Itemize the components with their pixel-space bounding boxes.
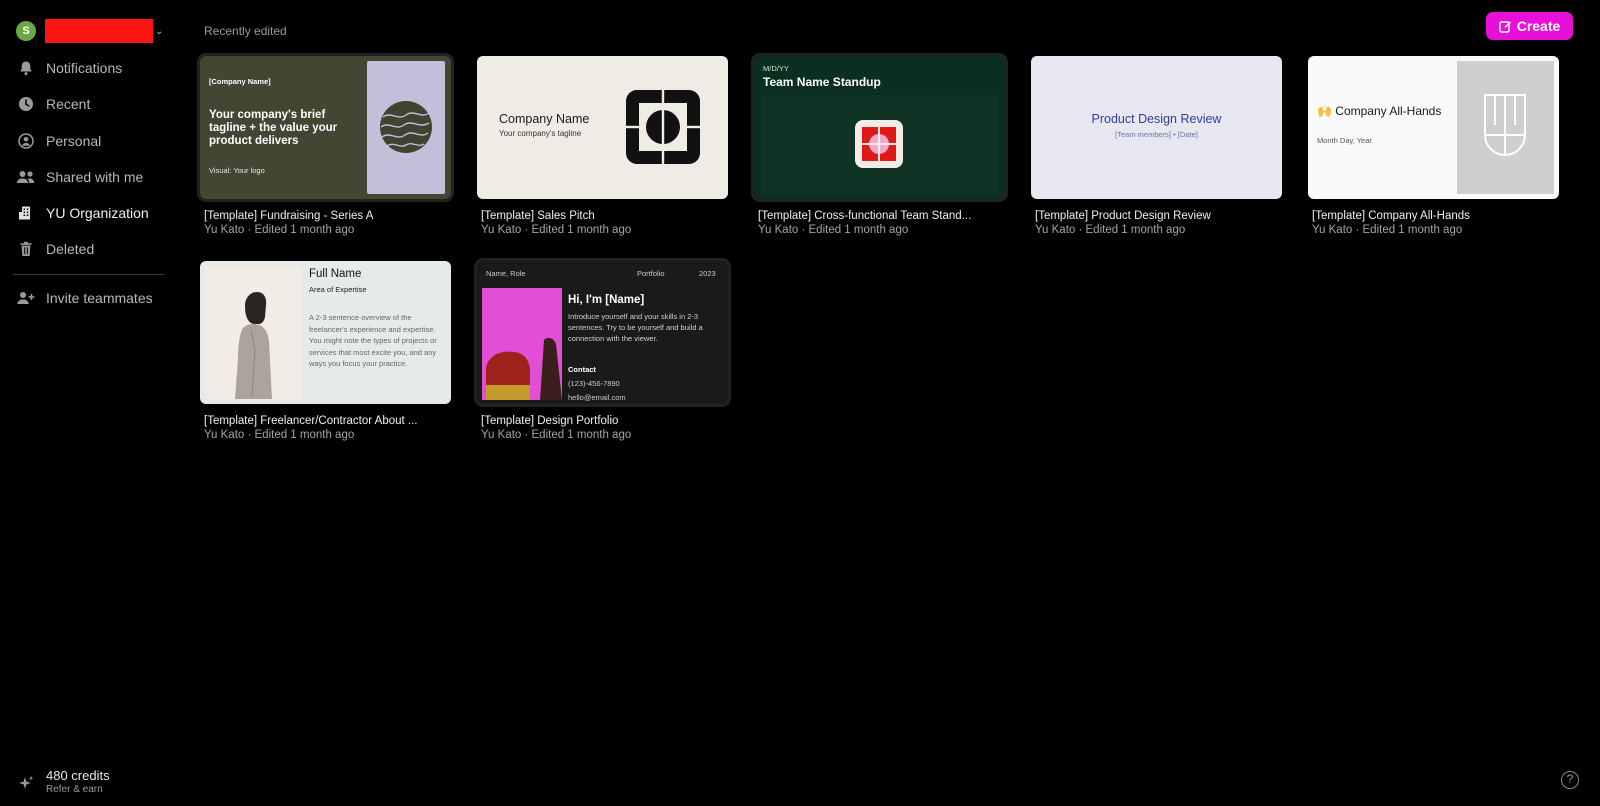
doc-meta: Yu Kato · Edited 1 month ago (204, 429, 355, 441)
thumb-headline: Your company's brief tagline + the value… (209, 109, 338, 147)
sidebar-item-label: Deleted (46, 241, 95, 257)
building-icon (16, 203, 36, 223)
thumb-foot: Visual: Your logo (209, 166, 265, 175)
clock-icon (16, 94, 36, 114)
doc-card-freelancer[interactable]: Full Name Area of Expertise A 2-3 senten… (200, 261, 451, 441)
sidebar-item-invite[interactable]: Invite teammates (16, 286, 153, 310)
doc-meta: Yu Kato · Edited 1 month ago (1312, 224, 1463, 236)
doc-thumbnail: [Company Name] Your company's brief tagl… (197, 53, 454, 202)
sidebar-item-shared[interactable]: Shared with me (16, 165, 143, 189)
doc-thumbnail: 🙌 Company All-Hands Month Day, Year (1308, 56, 1559, 199)
wave-logo-icon (380, 101, 432, 153)
workspace-switcher[interactable]: S ⌄ (16, 19, 163, 43)
thumb-label: [Company Name] (209, 77, 271, 86)
thumb-heading: Company All-Hands (1335, 104, 1442, 118)
thumb-phone: (123)-456-7890 (568, 379, 620, 388)
sidebar-divider (13, 274, 165, 275)
person-portrait-icon (235, 292, 272, 399)
doc-meta: Yu Kato · Edited 1 month ago (481, 429, 632, 441)
doc-title: [Template] Company All-Hands (1312, 210, 1470, 222)
doc-title: [Template] Sales Pitch (481, 210, 595, 222)
doc-meta: Yu Kato · Edited 1 month ago (1035, 224, 1186, 236)
thumb-year: 2023 (699, 269, 716, 278)
workspace-avatar: S (16, 21, 36, 41)
portfolio-photo (482, 288, 562, 400)
thumb-heading-row: 🙌 Company All-Hands (1317, 104, 1441, 118)
refer-earn-label: Refer & earn (46, 784, 103, 795)
thumb-logo-panel (1457, 61, 1554, 194)
sidebar-item-personal[interactable]: Personal (16, 129, 101, 153)
chevron-down-icon: ⌄ (155, 25, 164, 37)
doc-card-sales-pitch[interactable]: Company Name Your company's tagline [Tem… (477, 56, 728, 236)
doc-thumbnail: Company Name Your company's tagline (477, 56, 728, 199)
sidebar: S ⌄ Notifications Recent Personal Shared… (0, 0, 172, 806)
sidebar-item-label: Personal (46, 133, 102, 149)
thumb-company-name: Company Name (499, 112, 590, 126)
doc-title: [Template] Cross-functional Team Stand..… (758, 210, 972, 222)
help-button[interactable]: ? (1561, 771, 1579, 789)
sidebar-item-notifications[interactable]: Notifications (16, 56, 122, 80)
thumb-name: Full Name (309, 268, 362, 280)
doc-thumbnail: Name, Role Portfolio 2023 Hi, I'm [Name]… (474, 258, 731, 407)
thumb-heading: Hi, I'm [Name] (568, 294, 645, 306)
sparkle-icon (16, 774, 36, 794)
doc-card-portfolio[interactable]: Name, Role Portfolio 2023 Hi, I'm [Name]… (474, 258, 731, 441)
doc-card-all-hands[interactable]: 🙌 Company All-Hands Month Day, Year [Tem… (1308, 56, 1559, 236)
doc-thumbnail: Full Name Area of Expertise A 2-3 senten… (200, 261, 451, 404)
doc-meta: Yu Kato · Edited 1 month ago (481, 224, 632, 236)
doc-card-standup[interactable]: M/D/YY Team Name Standup [Template] Cros… (751, 53, 1008, 236)
sidebar-item-label: Shared with me (46, 169, 144, 185)
bell-icon (16, 58, 36, 78)
all-hands-logo-icon (1484, 94, 1526, 156)
doc-title: [Template] Product Design Review (1035, 210, 1211, 222)
thumb-heading: Team Name Standup (763, 75, 881, 89)
doc-title: [Template] Design Portfolio (481, 415, 619, 427)
raised-hands-emoji: 🙌 (1317, 104, 1332, 118)
workspace-name-redacted (45, 19, 153, 43)
doc-card-design-review[interactable]: Product Design Review [Team members] • [… (1031, 56, 1282, 236)
thumb-date: Month Day, Year (1317, 136, 1372, 145)
doc-meta: Yu Kato · Edited 1 month ago (758, 224, 909, 236)
trash-icon (16, 239, 36, 259)
person-icon (16, 131, 36, 151)
doc-thumbnail: Product Design Review [Team members] • [… (1031, 56, 1282, 199)
square-logo-icon (626, 90, 700, 164)
sidebar-item-label: YU Organization (46, 205, 149, 221)
thumb-sub: [Team members] • [Date] (1115, 130, 1198, 139)
thumb-role: Name, Role (486, 269, 526, 278)
thumb-intro: Introduce yourself and your skills in 2-… (568, 312, 703, 343)
sidebar-item-deleted[interactable]: Deleted (16, 237, 94, 261)
create-button[interactable]: Create (1486, 12, 1573, 40)
thumb-logo-panel (367, 61, 445, 194)
standup-logo-icon (855, 120, 903, 168)
thumb-panel (761, 95, 998, 195)
doc-card-fundraising[interactable]: [Company Name] Your company's brief tagl… (197, 53, 454, 236)
portrait-photo (205, 266, 302, 399)
sidebar-item-recent[interactable]: Recent (16, 92, 90, 116)
credits-link[interactable]: 480 credits Refer & earn (16, 768, 110, 795)
create-label: Create (1516, 18, 1561, 34)
thumb-contact-label: Contact (568, 365, 596, 374)
chair-photo-icon (486, 337, 562, 400)
add-person-icon (16, 288, 36, 308)
doc-title: [Template] Fundraising - Series A (204, 210, 374, 222)
credits-count: 480 credits (46, 768, 110, 783)
sidebar-item-organization[interactable]: YU Organization (16, 201, 149, 225)
thumb-body: A 2-3 sentence overview of the freelance… (309, 313, 437, 368)
thumb-heading: Product Design Review (1091, 112, 1222, 126)
thumb-date: M/D/YY (763, 64, 789, 73)
section-title: Recently edited (204, 24, 287, 38)
thumb-portfolio: Portfolio (637, 269, 665, 278)
sidebar-item-label: Invite teammates (46, 290, 153, 306)
thumb-area: Area of Expertise (309, 285, 367, 294)
edit-icon (1499, 20, 1511, 33)
sidebar-item-label: Notifications (46, 60, 123, 76)
doc-thumbnail: M/D/YY Team Name Standup (751, 53, 1008, 202)
doc-title: [Template] Freelancer/Contractor About .… (204, 415, 418, 427)
thumb-tagline: Your company's tagline (499, 129, 582, 138)
doc-meta: Yu Kato · Edited 1 month ago (204, 224, 355, 236)
people-icon (16, 167, 36, 187)
thumb-email: hello@email.com (568, 393, 626, 402)
sidebar-item-label: Recent (46, 96, 91, 112)
